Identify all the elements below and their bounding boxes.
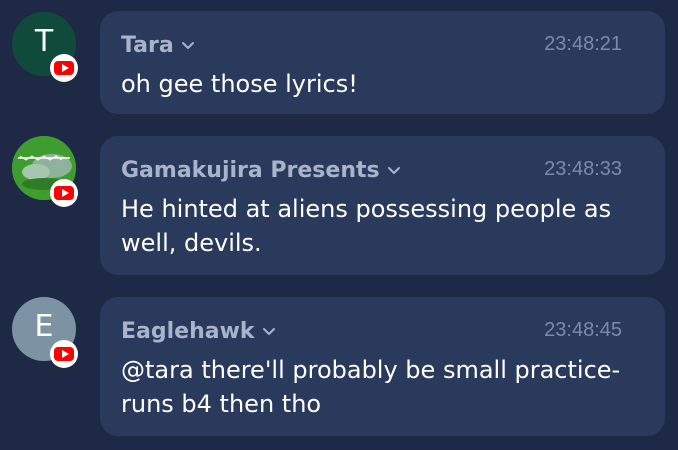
- message-text: He hinted at aliens possessing people as…: [121, 195, 612, 257]
- author-name[interactable]: Tara: [121, 33, 174, 58]
- message-bubble: Eaglehawk 23:48:45 @tara there'll probab…: [100, 297, 665, 436]
- timestamp: 23:48:45: [544, 319, 622, 341]
- author-name[interactable]: Gamakujira Presents: [121, 158, 380, 183]
- message-header: Eaglehawk 23:48:45: [121, 316, 644, 346]
- avatar-letter: E: [34, 309, 54, 344]
- timestamp: 23:48:33: [544, 158, 622, 180]
- message-bubble: Tara 23:48:21 oh gee those lyrics!: [100, 11, 665, 114]
- youtube-icon: [50, 54, 78, 82]
- youtube-icon: [50, 340, 78, 368]
- avatar-letter: T: [34, 24, 54, 59]
- message-text: oh gee those lyrics!: [121, 70, 358, 98]
- author-name[interactable]: Eaglehawk: [121, 319, 255, 344]
- chevron-down-icon[interactable]: [181, 38, 195, 52]
- message-text: @tara there'll probably be small practic…: [121, 356, 621, 418]
- chevron-down-icon[interactable]: [387, 163, 401, 177]
- timestamp: 23:48:21: [544, 33, 622, 55]
- message-header: Tara 23:48:21: [121, 30, 644, 60]
- message-bubble: Gamakujira Presents 23:48:33 He hinted a…: [100, 136, 665, 275]
- youtube-icon: [50, 179, 78, 207]
- message-header: Gamakujira Presents 23:48:33: [121, 155, 644, 185]
- chevron-down-icon[interactable]: [262, 324, 276, 338]
